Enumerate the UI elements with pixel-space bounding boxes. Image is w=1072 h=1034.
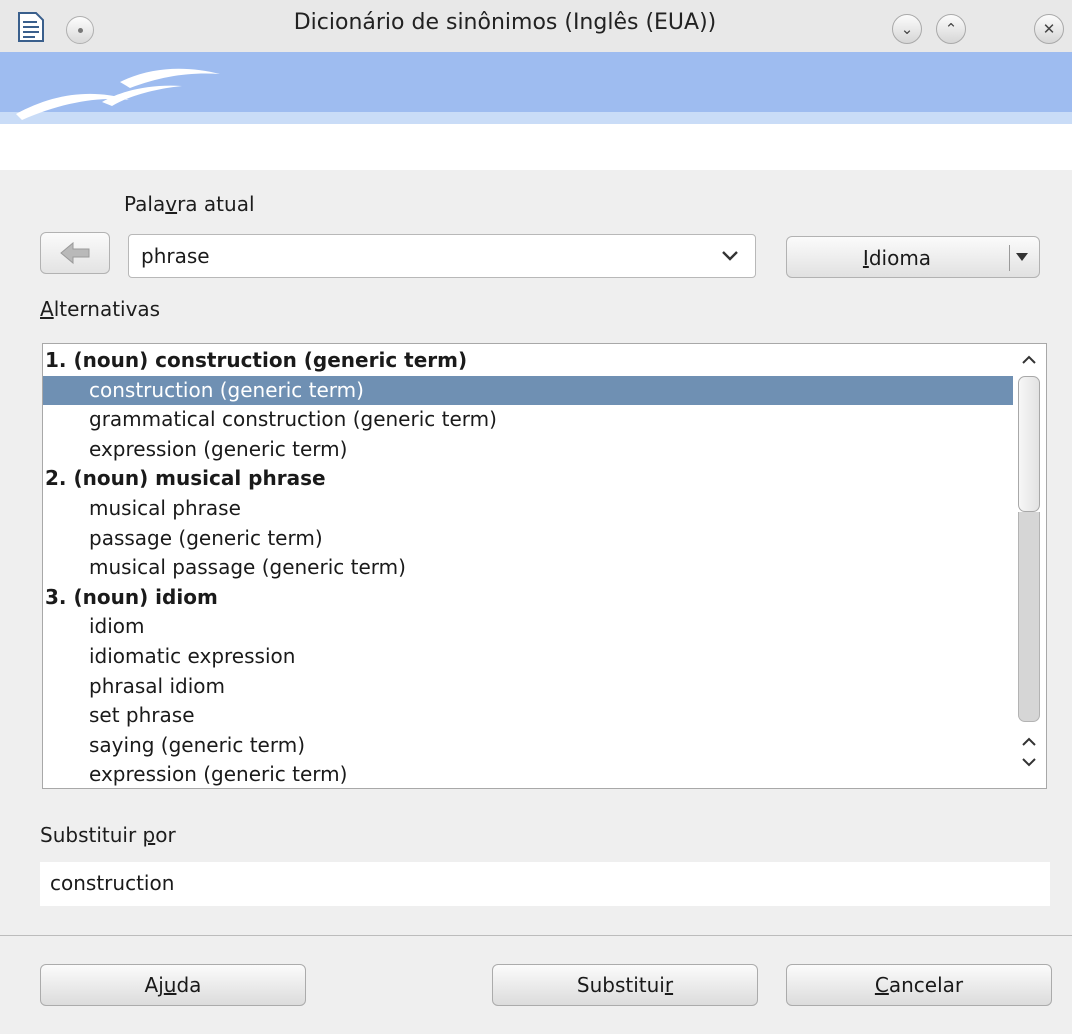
dropdown-triangle-icon — [1016, 253, 1028, 261]
list-group-header: 2. (noun) musical phrase — [45, 466, 326, 491]
list-group-header: 1. (noun) construction (generic term) — [45, 348, 468, 372]
gulls-logo-icon — [16, 68, 220, 120]
chevron-up-icon: ⌃ — [944, 20, 958, 38]
help-button[interactable]: Ajuda — [40, 964, 306, 1006]
title-bar: Dicionário de sinônimos (Inglês (EUA)) ⌄… — [0, 0, 1072, 52]
replace-button[interactable]: Substituir — [492, 964, 758, 1006]
list-item[interactable]: musical phrase — [43, 494, 1013, 524]
back-button[interactable] — [40, 232, 110, 274]
list-item[interactable]: saying (generic term) — [43, 731, 1013, 761]
minimize-button[interactable]: ⌄ — [892, 14, 922, 44]
scroll-up-icon[interactable] — [1021, 736, 1037, 748]
current-word-label: Palavra atual — [124, 192, 255, 216]
list-item[interactable]: passage (generic term) — [43, 524, 1013, 554]
list-item[interactable]: phrasal idiom — [43, 672, 1013, 702]
banner-white-area — [0, 124, 1072, 170]
vertical-scrollbar[interactable] — [1013, 344, 1046, 788]
list-item[interactable]: idiom — [43, 612, 1013, 642]
chevron-down-icon — [722, 251, 738, 261]
list-item[interactable]: expression (generic term) — [43, 435, 1013, 465]
cancel-button[interactable]: Cancelar — [786, 964, 1052, 1006]
replace-with-value: construction — [50, 871, 175, 895]
list-item[interactable]: construction (generic term) — [43, 375, 1013, 406]
list-item[interactable]: expression (generic term) — [43, 760, 1013, 788]
maximize-button[interactable]: ⌃ — [936, 14, 966, 44]
list-item[interactable]: grammatical construction (generic term) — [43, 405, 1013, 435]
current-word-value: phrase — [141, 244, 210, 268]
language-button[interactable]: Idioma — [786, 236, 1040, 278]
arrow-left-icon — [60, 241, 90, 265]
alternatives-label: Alternativas — [40, 297, 161, 321]
alternatives-rows: 1. (noun) construction (generic term) con… — [43, 346, 1013, 788]
language-button-label: Idioma — [862, 246, 932, 270]
scroll-up-icon[interactable] — [1021, 354, 1037, 366]
scrollbar-thumb[interactable] — [1018, 376, 1040, 512]
list-group-header: 3. (noun) idiom — [45, 584, 218, 609]
button-area-divider — [0, 935, 1072, 936]
language-button-separator — [1009, 245, 1010, 271]
scroll-down-icon[interactable] — [1021, 756, 1037, 768]
alternatives-list[interactable]: 1. (noun) construction (generic term) con… — [42, 343, 1047, 789]
scrollbar-track[interactable] — [1018, 512, 1040, 722]
close-icon: ✕ — [1042, 20, 1056, 38]
list-item[interactable]: set phrase — [43, 701, 1013, 731]
list-item[interactable]: idiomatic expression — [43, 642, 1013, 672]
close-button[interactable]: ✕ — [1034, 14, 1064, 44]
replace-with-label: Substituir por — [40, 823, 176, 847]
chevron-down-icon: ⌄ — [900, 20, 914, 38]
current-word-combobox[interactable]: phrase — [128, 234, 756, 278]
list-item[interactable]: musical passage (generic term) — [43, 553, 1013, 583]
window-title: Dicionário de sinônimos (Inglês (EUA)) — [293, 10, 717, 35]
replace-with-input[interactable]: construction — [40, 862, 1050, 906]
